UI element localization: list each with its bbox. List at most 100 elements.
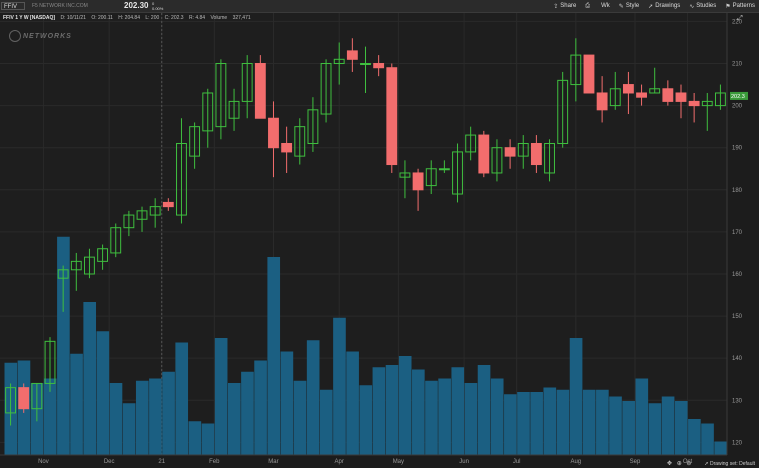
- x-tick-label: Mar: [268, 459, 278, 465]
- volume-bar: [569, 338, 583, 455]
- volume-bar: [504, 394, 517, 455]
- zoom-out-icon[interactable]: ⊖: [686, 461, 691, 467]
- volume-label: Volume: [210, 15, 228, 21]
- pan-icon[interactable]: ✥: [667, 461, 672, 467]
- x-tick-label: Dec: [104, 459, 115, 465]
- volume-bar: [635, 378, 649, 455]
- volume-bar: [464, 383, 478, 455]
- bar-low: L: 200: [145, 15, 160, 21]
- candle-down: [162, 201, 174, 208]
- x-tick-label: Feb: [209, 459, 220, 465]
- bottom-controls: ✥ ⊕ ⊖: [667, 460, 694, 467]
- y-tick-label: 190: [732, 146, 743, 152]
- bar-open: O: 200.11: [91, 15, 113, 21]
- volume-bar: [122, 403, 136, 455]
- volume-bar: [372, 367, 386, 455]
- y-tick-label: 180: [732, 188, 743, 194]
- volume-bar: [346, 351, 359, 455]
- drawing-set-status[interactable]: ➚ Drawing set: Default: [704, 461, 755, 467]
- volume-bar: [438, 378, 451, 455]
- x-tick-label: Apr: [335, 459, 344, 465]
- candle-down: [386, 67, 398, 166]
- volume-bar: [293, 380, 307, 455]
- volume-bar: [412, 369, 425, 455]
- volume-bar: [201, 423, 215, 455]
- volume-bar: [425, 380, 438, 455]
- candle-down: [412, 172, 424, 191]
- candle-up: [438, 168, 450, 171]
- volume-bar: [674, 401, 688, 455]
- volume-bar: [385, 365, 399, 455]
- bar-high: H: 204.84: [118, 15, 140, 21]
- y-tick-label: 130: [732, 398, 743, 404]
- candle-down: [268, 117, 279, 149]
- candle-down: [596, 92, 608, 111]
- volume-bar: [477, 365, 491, 455]
- x-tick-label: Aug: [570, 459, 581, 465]
- candle-down: [373, 63, 385, 69]
- candle-down: [18, 387, 30, 410]
- volume-bar: [241, 371, 254, 455]
- expand-icon[interactable]: ⤢: [735, 14, 745, 24]
- candle-down: [583, 54, 595, 94]
- y-tick-label: 200: [732, 104, 743, 110]
- volume-bar: [188, 421, 202, 455]
- volume-bar: [517, 392, 530, 455]
- volume-bar: [714, 441, 727, 455]
- candle-down: [504, 147, 516, 157]
- candle-down: [530, 142, 542, 166]
- candle-down: [622, 84, 634, 94]
- volume-bar: [306, 340, 320, 455]
- x-tick-label: Sep: [630, 459, 641, 465]
- candle-down: [662, 88, 674, 102]
- volume-bar: [622, 401, 635, 455]
- volume-bar: [83, 302, 97, 455]
- volume-bar: [319, 389, 333, 455]
- candle-down: [478, 134, 490, 174]
- volume-bar: [556, 389, 570, 455]
- x-tick-label: Jun: [459, 459, 469, 465]
- volume-bar: [582, 389, 596, 455]
- volume-bar: [530, 392, 543, 455]
- bar-date: D: 10/11/21: [60, 15, 86, 21]
- x-tick-label: Nov: [38, 459, 49, 465]
- chart-title: FFIV 1 Y W [NASDAQ]: [3, 15, 56, 21]
- watermark-text: NETWORKS: [23, 32, 72, 40]
- candle-down: [346, 50, 358, 60]
- candle-down: [254, 63, 266, 119]
- volume-bar: [661, 396, 675, 455]
- zoom-in-icon[interactable]: ⊕: [677, 461, 682, 467]
- volume-bar: [451, 367, 465, 455]
- drawing-set-label: Drawing set: Default: [709, 461, 755, 467]
- chart-header: FFIV 1 Y W [NASDAQ] D: 10/11/21 O: 200.1…: [3, 15, 255, 21]
- candle-down: [675, 92, 687, 102]
- volume-bar: [149, 378, 162, 455]
- volume-bar: [398, 356, 412, 455]
- y-tick-label: 160: [732, 272, 743, 278]
- volume-bar: [333, 317, 346, 455]
- volume-bar: [227, 383, 241, 455]
- volume-value: 327,471: [232, 15, 251, 21]
- x-tick-label: 21: [158, 459, 165, 465]
- y-tick-label: 140: [732, 356, 743, 362]
- volume-bar: [214, 338, 228, 455]
- volume-bar: [70, 353, 83, 455]
- candle-down: [636, 92, 647, 98]
- bar-close: C: 202.3: [164, 15, 184, 21]
- f5-logo-icon: [9, 30, 21, 42]
- volume-bar: [96, 331, 110, 455]
- volume-bar: [109, 383, 123, 455]
- price-chart[interactable]: 120130140150160170180190200210220202.3No…: [0, 0, 759, 468]
- company-logo-watermark: NETWORKS: [9, 30, 72, 42]
- y-tick-label: 170: [732, 230, 743, 236]
- y-tick-label: 120: [732, 440, 743, 446]
- volume-bar: [648, 403, 662, 455]
- last-price-label: 202.3: [731, 94, 745, 100]
- x-tick-label: May: [393, 459, 404, 465]
- candle-down: [281, 142, 293, 153]
- volume-bar: [359, 385, 373, 455]
- volume-bar: [135, 380, 149, 455]
- volume-bar: [490, 378, 504, 455]
- volume-bar: [688, 419, 701, 455]
- candle-up: [360, 63, 371, 66]
